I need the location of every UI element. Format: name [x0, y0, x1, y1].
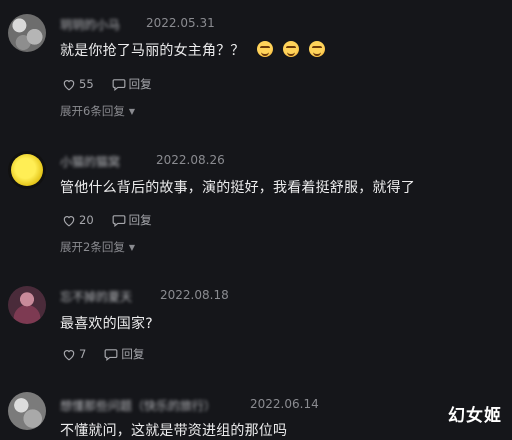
- comment-text-body: 就是你抢了马丽的女主角？？: [60, 43, 245, 59]
- reply-label: 回复: [128, 77, 152, 91]
- comment-actions: 7 回复: [62, 346, 144, 362]
- comment-text: 就是你抢了马丽的女主角？？: [60, 40, 325, 60]
- speech-bubble-icon: [104, 348, 118, 361]
- heart-outline-icon: [63, 215, 75, 226]
- comment-text: 最喜欢的国家?: [60, 316, 153, 332]
- reply-button[interactable]: 回复: [104, 346, 144, 362]
- like-button[interactable]: 7: [62, 347, 86, 361]
- grinning-face-emoji-icon: [282, 41, 299, 57]
- avatar[interactable]: [8, 151, 46, 189]
- watermark: 幻女姬: [448, 406, 502, 426]
- expand-replies-label: 展开2条回复: [60, 240, 125, 254]
- grinning-face-emoji-icon: [256, 41, 273, 57]
- reply-label: 回复: [121, 347, 145, 361]
- comment-actions: 20 回复: [62, 212, 152, 228]
- expand-replies-button[interactable]: 展开2条回复 ▼: [60, 239, 135, 255]
- speech-bubble-icon: [112, 78, 126, 91]
- avatar[interactable]: [8, 14, 46, 52]
- like-count: 7: [79, 347, 87, 361]
- grinning-face-emoji-icon: [308, 41, 325, 57]
- expand-replies-button[interactable]: 展开6条回复 ▼: [60, 103, 135, 119]
- like-count: 20: [79, 213, 94, 227]
- reply-button[interactable]: 回复: [112, 76, 152, 92]
- comment-date: 2022.08.18: [160, 288, 229, 302]
- avatar[interactable]: [8, 392, 46, 430]
- username[interactable]: 想懂那些问题（快乐的旅行）: [60, 397, 216, 414]
- comment-date: 2022.08.26: [156, 153, 225, 167]
- like-button[interactable]: 55: [62, 77, 94, 91]
- reply-button[interactable]: 回复: [112, 212, 152, 228]
- comment-text: 管他什么背后的故事，演的挺好，我看着挺舒服，就得了: [60, 180, 415, 196]
- reply-label: 回复: [128, 213, 152, 227]
- like-count: 55: [79, 77, 94, 91]
- heart-outline-icon: [63, 349, 75, 360]
- chevron-down-icon: ▼: [128, 106, 135, 116]
- username[interactable]: 玥玥的小马: [60, 16, 120, 33]
- expand-replies-label: 展开6条回复: [60, 104, 125, 118]
- username[interactable]: 忘不掉的夏天: [60, 288, 132, 305]
- avatar[interactable]: [8, 286, 46, 324]
- speech-bubble-icon: [112, 214, 126, 227]
- comment-actions: 55 回复: [62, 76, 152, 92]
- heart-outline-icon: [63, 79, 75, 90]
- username[interactable]: 小猫的猫窝: [60, 153, 120, 170]
- comment-text: 不懂就问，这就是带资进组的那位吗: [60, 423, 288, 439]
- comment-date: 2022.05.31: [146, 16, 215, 30]
- chevron-down-icon: ▼: [128, 242, 135, 252]
- comment-date: 2022.06.14: [250, 397, 319, 411]
- like-button[interactable]: 20: [62, 213, 94, 227]
